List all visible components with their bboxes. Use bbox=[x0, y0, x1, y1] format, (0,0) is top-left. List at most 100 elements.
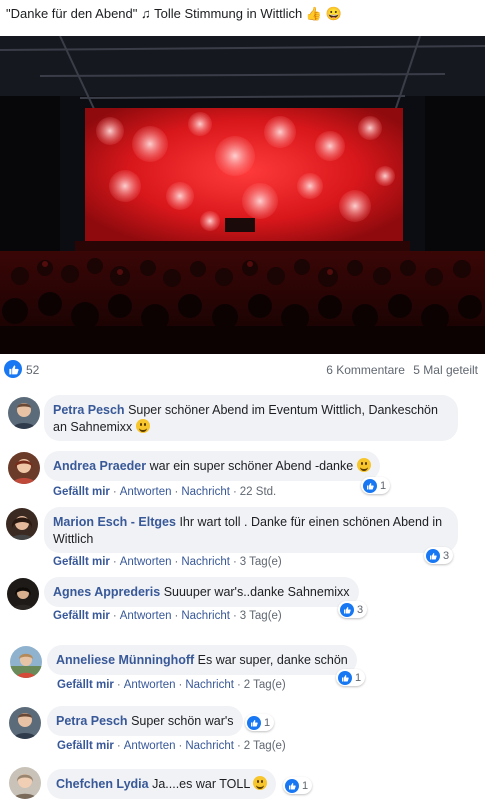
comment-bubble: Anneliese Münninghoff Es war super, dank… bbox=[47, 645, 357, 675]
comment-text: Super schön war's bbox=[131, 714, 234, 728]
message-action-link[interactable]: Nachricht bbox=[181, 556, 230, 568]
like-action-link[interactable]: Gefällt mir bbox=[57, 679, 114, 691]
reply-action-link[interactable]: Antworten bbox=[124, 679, 176, 691]
reaction-count: 3 bbox=[443, 549, 450, 562]
reaction-count: 1 bbox=[302, 779, 309, 792]
reply-action-link[interactable]: Antworten bbox=[124, 740, 176, 752]
comment-text: Ja....es war TOLL bbox=[152, 777, 250, 791]
comment-time[interactable]: 3 Tag(e) bbox=[240, 610, 282, 622]
like-reaction-icon bbox=[247, 715, 261, 730]
avatar[interactable] bbox=[10, 646, 42, 678]
comment-item: Marion Esch - Eltges Ihr wart toll . Dan… bbox=[0, 507, 485, 575]
like-action-link[interactable]: Gefällt mir bbox=[57, 740, 114, 752]
comment-text: Suuuper war's..danke Sahnemixx bbox=[163, 585, 350, 599]
reaction-count: 1 bbox=[264, 716, 271, 729]
message-action-link[interactable]: Nachricht bbox=[185, 679, 234, 691]
separator: · bbox=[232, 610, 237, 622]
post-photo[interactable] bbox=[0, 36, 485, 354]
smile-emoji-icon bbox=[135, 419, 150, 433]
reaction-count: 3 bbox=[357, 603, 364, 616]
avatar[interactable] bbox=[9, 767, 41, 799]
comment-actions: Gefällt mir · Antworten · Nachricht · 3 Tag(e) bbox=[53, 556, 282, 568]
comment-author[interactable]: Petra Pesch bbox=[56, 714, 128, 728]
comment-reactions[interactable]: 1 bbox=[336, 669, 366, 686]
separator: · bbox=[116, 679, 121, 691]
comment-author[interactable]: Petra Pesch bbox=[53, 403, 125, 417]
comment-item: Agnes Apprederis Suuuper war's..danke Sa… bbox=[0, 577, 485, 632]
comment-author[interactable]: Marion Esch - Eltges bbox=[53, 515, 176, 529]
comment-reactions[interactable]: 3 bbox=[424, 547, 454, 564]
comment-item: Petra Pesch Super schöner Abend im Event… bbox=[0, 395, 485, 445]
message-action-link[interactable]: Nachricht bbox=[185, 740, 234, 752]
like-reaction-icon bbox=[340, 602, 354, 617]
avatar[interactable] bbox=[6, 508, 38, 540]
comment-time[interactable]: 3 Tag(e) bbox=[240, 556, 282, 568]
separator: · bbox=[236, 740, 241, 752]
comment-reactions[interactable]: 1 bbox=[283, 777, 313, 794]
comment-time[interactable]: 22 Std. bbox=[240, 486, 276, 498]
comment-bubble: Petra Pesch Super schöner Abend im Event… bbox=[44, 395, 458, 441]
like-reaction-icon bbox=[285, 778, 299, 793]
like-action-link[interactable]: Gefällt mir bbox=[53, 486, 110, 498]
avatar[interactable] bbox=[8, 452, 40, 484]
comment-time[interactable]: 2 Tag(e) bbox=[244, 679, 286, 691]
separator: · bbox=[232, 556, 237, 568]
reply-action-link[interactable]: Antworten bbox=[120, 610, 172, 622]
reaction-count: 1 bbox=[355, 671, 362, 684]
message-action-link[interactable]: Nachricht bbox=[181, 610, 230, 622]
comment-item: Andrea Praeder war ein super schöner Abe… bbox=[0, 451, 485, 506]
comment-bubble: Andrea Praeder war ein super schöner Abe… bbox=[44, 451, 380, 481]
separator: · bbox=[116, 740, 121, 752]
shares-count-link[interactable]: 5 Mal geteilt bbox=[413, 363, 478, 377]
like-reaction-icon bbox=[338, 670, 352, 685]
smile-emoji-icon bbox=[253, 776, 268, 790]
avatar[interactable] bbox=[8, 397, 40, 429]
comment-item: Anneliese Münninghoff Es war super, dank… bbox=[0, 645, 485, 700]
comment-reactions[interactable]: 3 bbox=[338, 601, 368, 618]
reaction-count: 1 bbox=[380, 479, 387, 492]
reply-action-link[interactable]: Antworten bbox=[120, 486, 172, 498]
comments-count-link[interactable]: 6 Kommentare bbox=[326, 363, 405, 377]
comment-bubble: Agnes Apprederis Suuuper war's..danke Sa… bbox=[44, 577, 359, 607]
separator: · bbox=[174, 486, 179, 498]
separator: · bbox=[112, 486, 117, 498]
like-reaction-icon[interactable] bbox=[4, 360, 22, 378]
like-action-link[interactable]: Gefällt mir bbox=[53, 610, 110, 622]
separator: · bbox=[112, 556, 117, 568]
separator: · bbox=[236, 679, 241, 691]
comment-item: Chefchen Lydia Ja....es war TOLL 1 bbox=[0, 767, 485, 799]
separator: · bbox=[174, 610, 179, 622]
comment-reactions[interactable]: 1 bbox=[361, 477, 391, 494]
like-reaction-icon bbox=[363, 478, 377, 493]
message-action-link[interactable]: Nachricht bbox=[181, 486, 230, 498]
like-count[interactable]: 52 bbox=[26, 363, 39, 377]
comment-author[interactable]: Chefchen Lydia bbox=[56, 777, 149, 791]
reply-action-link[interactable]: Antworten bbox=[120, 556, 172, 568]
comment-time[interactable]: 2 Tag(e) bbox=[244, 740, 286, 752]
comment-actions: Gefällt mir · Antworten · Nachricht · 22 Std. bbox=[53, 486, 276, 498]
comment-author[interactable]: Agnes Apprederis bbox=[53, 585, 160, 599]
smile-emoji-icon bbox=[356, 458, 371, 472]
avatar[interactable] bbox=[7, 578, 39, 610]
comment-item: Petra Pesch Super schön war's 1 Gefällt … bbox=[0, 706, 485, 761]
separator: · bbox=[178, 740, 183, 752]
separator: · bbox=[174, 556, 179, 568]
post-text: "Danke für den Abend" ♫ Tolle Stimmung i… bbox=[6, 6, 342, 21]
comment-bubble: Petra Pesch Super schön war's bbox=[47, 706, 243, 736]
comment-text: Es war super, danke schön bbox=[197, 653, 348, 667]
comment-bubble: Chefchen Lydia Ja....es war TOLL bbox=[47, 769, 277, 799]
comment-actions: Gefällt mir · Antworten · Nachricht · 2 Tag(e) bbox=[57, 740, 286, 752]
comment-reactions[interactable]: 1 bbox=[245, 714, 275, 731]
comment-actions: Gefällt mir · Antworten · Nachricht · 2 Tag(e) bbox=[57, 679, 286, 691]
like-reaction-icon bbox=[426, 548, 440, 563]
separator: · bbox=[178, 679, 183, 691]
like-action-link[interactable]: Gefällt mir bbox=[53, 556, 110, 568]
comment-author[interactable]: Anneliese Münninghoff bbox=[56, 653, 194, 667]
avatar[interactable] bbox=[9, 707, 41, 739]
comment-actions: Gefällt mir · Antworten · Nachricht · 3 Tag(e) bbox=[53, 610, 282, 622]
comment-text: war ein super schöner Abend -danke bbox=[149, 459, 354, 473]
separator: · bbox=[112, 610, 117, 622]
comment-author[interactable]: Andrea Praeder bbox=[53, 459, 146, 473]
separator: · bbox=[232, 486, 237, 498]
comment-bubble: Marion Esch - Eltges Ihr wart toll . Dan… bbox=[44, 507, 458, 553]
